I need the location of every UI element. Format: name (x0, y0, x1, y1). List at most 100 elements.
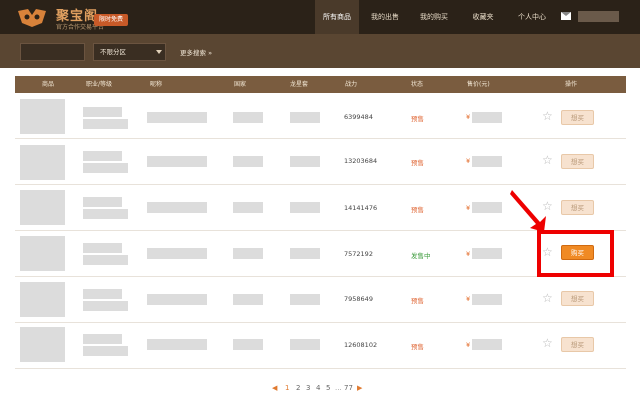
status-text-on-sale: 发售中 (411, 252, 431, 260)
page-link[interactable]: 4 (316, 383, 320, 393)
logo-icon (18, 9, 46, 27)
nav-my-purchases[interactable]: 我的购买 (414, 0, 454, 34)
want-buy-button[interactable]: 想买 (561, 200, 594, 215)
want-buy-button[interactable]: 想买 (561, 337, 594, 352)
level-placeholder (83, 301, 128, 311)
column-header-country: 国家 (234, 81, 247, 88)
class-placeholder (83, 334, 122, 344)
class-placeholder (83, 197, 122, 207)
status-text: 预售 (411, 206, 424, 214)
status-text: 预售 (411, 159, 424, 167)
class-placeholder (83, 107, 122, 117)
want-buy-button[interactable]: 想买 (561, 291, 594, 306)
item-thumbnail[interactable] (20, 99, 65, 134)
mail-icon[interactable] (561, 12, 571, 20)
price-placeholder (472, 339, 502, 350)
item-thumbnail[interactable] (20, 327, 65, 362)
prev-page-icon[interactable]: ◀ (272, 383, 277, 393)
status-text: 预售 (411, 115, 424, 123)
page-ellipsis: ... (335, 384, 342, 392)
country-placeholder (233, 339, 263, 350)
power-value: 13203684 (344, 157, 378, 165)
country-placeholder (233, 294, 263, 305)
country-placeholder (233, 112, 263, 123)
yen-symbol: ¥ (466, 341, 471, 349)
item-thumbnail[interactable] (20, 145, 65, 180)
level-placeholder (83, 255, 128, 265)
item-thumbnail[interactable] (20, 190, 65, 225)
item-thumbnail[interactable] (20, 282, 65, 317)
nav-my-sales[interactable]: 我的出售 (365, 0, 405, 34)
nickname-placeholder (147, 339, 207, 350)
power-value: 7572192 (344, 250, 373, 258)
price-placeholder (472, 294, 502, 305)
price-placeholder (472, 156, 502, 167)
nav-personal-center[interactable]: 个人中心 (512, 0, 552, 34)
yen-symbol: ¥ (466, 295, 471, 303)
item-thumbnail[interactable] (20, 236, 65, 271)
chevron-down-icon (156, 50, 162, 54)
country-placeholder (233, 248, 263, 259)
yen-symbol: ¥ (466, 250, 471, 258)
nickname-placeholder (147, 294, 207, 305)
column-header-nickname: 昵称 (150, 81, 163, 88)
nickname-placeholder (147, 156, 207, 167)
price-placeholder (472, 202, 502, 213)
yen-symbol: ¥ (466, 157, 471, 165)
nickname-placeholder (147, 248, 207, 259)
keyword-input[interactable] (20, 43, 85, 61)
nickname-placeholder (147, 112, 207, 123)
want-buy-button[interactable]: 想买 (561, 154, 594, 169)
class-placeholder (83, 151, 122, 161)
country-placeholder (233, 202, 263, 213)
column-header-power[interactable]: 战力 (345, 76, 357, 93)
star-outline-icon[interactable]: ☆ (542, 336, 553, 350)
nickname-placeholder (147, 202, 207, 213)
want-buy-button[interactable]: 想买 (561, 110, 594, 125)
page-link-last[interactable]: 77 (344, 383, 353, 393)
level-placeholder (83, 163, 128, 173)
dragon-set-placeholder (290, 248, 320, 259)
status-text: 预售 (411, 343, 424, 351)
status-text: 预售 (411, 297, 424, 305)
dragon-set-placeholder (290, 294, 320, 305)
column-header-class-level: 职业/等级 (86, 81, 113, 88)
column-header-action: 操作 (565, 81, 578, 88)
country-placeholder (233, 156, 263, 167)
nav-all-items[interactable]: 所有商品 (315, 0, 359, 34)
yen-symbol: ¥ (466, 204, 471, 212)
power-value: 12608102 (344, 341, 378, 349)
nav-favorites[interactable]: 收藏夹 (465, 0, 501, 34)
level-placeholder (83, 346, 128, 356)
highlight-box (537, 230, 614, 277)
page-link-current[interactable]: 1 (285, 383, 289, 393)
page-link[interactable]: 3 (306, 383, 310, 393)
price-placeholder (472, 248, 502, 259)
class-placeholder (83, 289, 122, 299)
star-outline-icon[interactable]: ☆ (542, 109, 553, 123)
promo-badge[interactable]: 限时免费 (94, 14, 128, 26)
star-outline-icon[interactable]: ☆ (542, 291, 553, 305)
column-header-status: 状态 (411, 81, 424, 88)
class-placeholder (83, 243, 122, 253)
dragon-set-placeholder (290, 339, 320, 350)
power-value: 14141476 (344, 204, 378, 212)
power-value: 6399484 (344, 113, 373, 121)
page-link[interactable]: 2 (296, 383, 300, 393)
power-value: 7958649 (344, 295, 373, 303)
yen-symbol: ¥ (466, 113, 471, 121)
level-placeholder (83, 119, 128, 129)
level-placeholder (83, 209, 128, 219)
user-account-box[interactable] (578, 11, 619, 22)
dragon-set-placeholder (290, 112, 320, 123)
next-page-icon[interactable]: ▶ (357, 383, 362, 393)
star-outline-icon[interactable]: ☆ (542, 153, 553, 167)
dragon-set-placeholder (290, 156, 320, 167)
more-search-link[interactable]: 更多搜索 » (180, 47, 212, 57)
column-header-item: 商品 (42, 81, 55, 88)
page-link[interactable]: 5 (326, 383, 330, 393)
column-header-price[interactable]: 售价(元) (467, 76, 490, 93)
arrow-pointer-icon (510, 190, 546, 232)
dragon-set-placeholder (290, 202, 320, 213)
column-header-dragon-set: 龙星套 (290, 81, 309, 88)
